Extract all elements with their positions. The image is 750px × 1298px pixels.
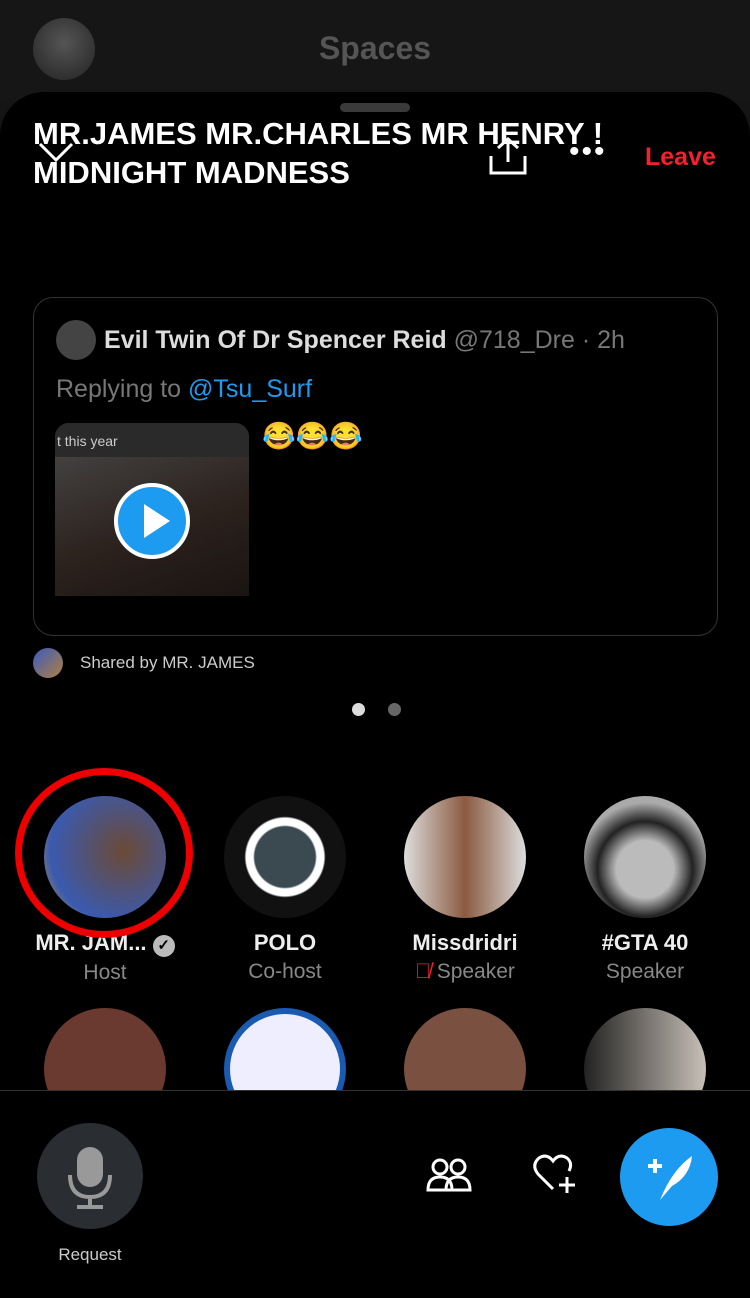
top-bar: Spaces (0, 0, 750, 100)
speaker-name: #GTA 40 (601, 930, 689, 955)
drag-handle[interactable] (340, 103, 410, 112)
heart-plus-icon[interactable] (533, 1153, 579, 1195)
shared-tweet-card[interactable]: Evil Twin Of Dr Spencer Reid @718_Dre · … (33, 297, 718, 636)
replying-to: Replying to @Tsu_Surf (56, 375, 312, 404)
avatar (584, 796, 706, 918)
page-title: Spaces (318, 30, 432, 66)
bottom-bar: Request (0, 1090, 750, 1298)
pager-dot-active[interactable] (352, 703, 365, 716)
reply-mention-link[interactable]: @Tsu_Surf (188, 375, 312, 403)
speaker-name: Missdridri (412, 930, 518, 955)
replying-prefix: Replying to (56, 375, 182, 403)
speaker-role: Speaker (436, 960, 515, 983)
tweet-handle: @718_Dre · 2h (453, 326, 625, 354)
tweet-text: 😂😂😂 (262, 421, 363, 451)
speaker-cohost[interactable]: POLO Co-host (195, 796, 375, 984)
tweet-author: Evil Twin Of Dr Spencer Reid (104, 326, 447, 354)
verified-icon: ✓ (152, 935, 175, 957)
shared-by-label: Shared by MR. JAMES (80, 653, 255, 672)
microphone-icon (68, 1147, 112, 1209)
tweet-author-avatar (56, 320, 96, 360)
speaker-role-row: 🎙̸ Speaker (375, 960, 555, 984)
play-icon[interactable] (114, 483, 190, 559)
highlight-circle (15, 768, 193, 938)
people-icon[interactable] (426, 1157, 472, 1193)
avatar (404, 796, 526, 918)
shared-by-avatar (33, 648, 63, 678)
feather-plus-icon (648, 1156, 692, 1200)
speaker-role: Host (83, 961, 127, 984)
video-caption: t this year (55, 423, 249, 457)
tweet-header: Evil Twin Of Dr Spencer Reid @718_Dre · … (104, 326, 625, 355)
speaker[interactable]: Missdridri 🎙̸ Speaker (375, 796, 555, 984)
request-label: Request (58, 1245, 122, 1264)
mic-muted-icon: 🎙̸ (415, 960, 431, 983)
compose-button[interactable] (620, 1128, 718, 1226)
speaker-role: Co-host (248, 960, 322, 983)
request-button[interactable] (37, 1123, 143, 1229)
pager-dot[interactable] (388, 703, 401, 716)
speaker[interactable]: #GTA 40 Speaker (555, 796, 735, 984)
speaker-name: POLO (253, 930, 317, 955)
speaker-role: Speaker (605, 960, 685, 983)
space-title: MR.JAMES MR.CHARLES MR HENRY ! MIDNIGHT … (33, 116, 604, 190)
avatar (224, 796, 346, 918)
